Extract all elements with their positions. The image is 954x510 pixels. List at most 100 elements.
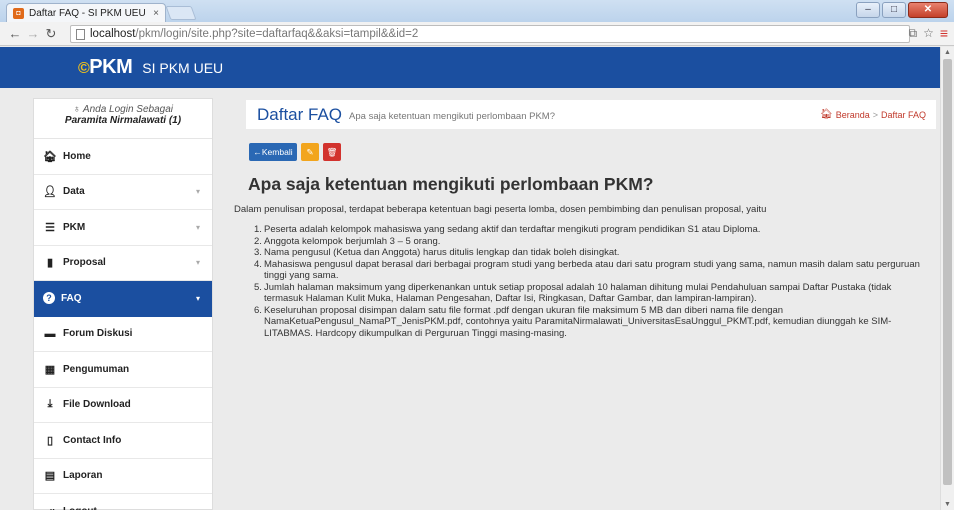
app-title[interactable]: SI PKM UEU	[142, 60, 223, 76]
sidebar-item-label: Contact Info	[63, 434, 122, 446]
sidebar-item-laporan[interactable]: ▤ Laporan	[34, 459, 212, 494]
login-as-label: Anda Login Sebagai	[82, 104, 173, 115]
reload-icon[interactable]: ↻	[42, 26, 60, 42]
page-subtitle: Apa saja ketentuan mengikuti perlombaan …	[349, 111, 555, 122]
sidebar-item-label: Data	[63, 186, 85, 198]
breadcrumb-home-link[interactable]: Beranda	[836, 110, 870, 120]
faq-point: 3. Nama pengusul (Ketua dan Anggota) haru…	[254, 247, 930, 259]
scroll-up-icon[interactable]: ▲	[944, 49, 951, 56]
faq-point-number: 3.	[254, 247, 262, 258]
faq-intro: Dalam penulisan proposal, terdapat beber…	[234, 204, 767, 215]
url-host: localhost	[90, 28, 136, 40]
faq-point-number: 5.	[254, 281, 262, 293]
sidebar-item-label: FAQ	[61, 292, 82, 304]
user-name: Paramita Nirmalawati (1)	[64, 115, 182, 126]
user-icon-small: ♁	[73, 104, 83, 115]
sidebar-item-forum-diskusi[interactable]: ▬ Forum Diskusi	[34, 317, 212, 352]
user-box: ♁ Anda Login Sebagai Paramita Nirmalawat…	[34, 99, 212, 139]
logo-text: PKM	[89, 56, 133, 78]
faq-point-text: Mahasiswa pengusul dapat berasal dari be…	[264, 258, 920, 282]
breadcrumb: 🏠︎ Beranda > Daftar FAQ	[820, 109, 926, 120]
home-icon: 🏠︎	[819, 109, 833, 120]
window-close-button[interactable]: ✕	[908, 2, 948, 18]
report-icon: ▤	[44, 470, 56, 483]
trash-icon: 🗑︎	[326, 146, 338, 157]
translate-icon[interactable]: ⧉	[908, 26, 917, 41]
arrow-left-icon: ←	[253, 147, 262, 157]
phone-icon: ▯	[46, 434, 54, 447]
action-buttons: ← Kembali ✎ 🗑︎	[249, 143, 341, 161]
sidebar-item-label: PKM	[63, 221, 86, 233]
sidebar-item-pkm[interactable]: ☰ PKM ▾	[34, 210, 212, 246]
url-path: /pkm/login/site.php?site=daftarfaq&&aksi…	[135, 28, 419, 40]
pencil-icon: ✎	[306, 146, 314, 157]
sidebar-item-label: Pengumuman	[63, 363, 130, 375]
question-icon: ?	[43, 292, 55, 305]
content-header: Daftar FAQ Apa saja ketentuan mengikuti …	[246, 100, 936, 129]
page-scrollbar[interactable]: ▲ ▼	[940, 47, 954, 510]
page-icon	[76, 28, 85, 40]
tab-title: Daftar FAQ - SI PKM UEU	[29, 7, 146, 19]
site-favicon-icon: ◘	[13, 7, 24, 19]
browser-menu-icon[interactable]: ≡	[940, 25, 948, 41]
address-bar[interactable]: localhost/pkm/login/site.php?site=daftar…	[70, 25, 910, 43]
faq-point: 6. Keseluruhan proposal disimpan dalam sa…	[254, 304, 930, 340]
app-header: ©PKM SI PKM UEU	[0, 47, 940, 88]
list-icon: ☰	[45, 221, 55, 234]
faq-point-text: Peserta adalah kelompok mahasiswa yang s…	[264, 224, 761, 235]
comment-icon: ▬	[44, 327, 56, 340]
faq-point-number: 2.	[254, 235, 262, 247]
logout-icon: ⇥	[43, 505, 57, 510]
sidebar-item-label: Proposal	[63, 257, 106, 269]
sidebar-item-label: Logout	[63, 506, 97, 510]
sidebar-item-contact-info[interactable]: ▯ Contact Info	[34, 423, 212, 459]
faq-point-number: 1.	[254, 224, 262, 235]
tab-close-icon[interactable]: ×	[153, 8, 159, 19]
sidebar-item-logout[interactable]: ⇥ Logout	[34, 494, 212, 510]
faq-point-text: Anggota kelompok berjumlah 3 – 5 orang.	[264, 235, 441, 247]
browser-toolbar: ← → ↻ localhost/pkm/login/site.php?site=…	[0, 22, 954, 46]
pkm-logo[interactable]: ©PKM	[78, 56, 133, 79]
sidebar-item-home[interactable]: 🏠︎ Home	[34, 139, 212, 175]
back-arrow-icon[interactable]: ←	[6, 26, 24, 41]
sidebar-item-file-download[interactable]: ⤓ File Download	[34, 388, 212, 423]
edit-button[interactable]: ✎	[301, 143, 319, 161]
faq-point: 2. Anggota kelompok berjumlah 3 – 5 orang…	[254, 235, 930, 248]
user-icon: 👤︎	[43, 186, 57, 199]
sidebar-item-pengumuman[interactable]: ▦ Pengumuman	[34, 352, 212, 388]
sidebar-item-label: Forum Diskusi	[63, 328, 133, 340]
sidebar-item-label: File Download	[63, 399, 131, 411]
faq-point-text: Nama pengusul (Ketua dan Anggota) harus …	[264, 247, 620, 258]
faq-points-list: 1. Peserta adalah kelompok mahasiswa yang…	[254, 224, 930, 340]
faq-point-text: Jumlah halaman maksimum yang diperkenank…	[264, 281, 892, 305]
browser-tabstrip: ◘ Daftar FAQ - SI PKM UEU × – □ ✕	[0, 0, 954, 22]
chevron-down-icon: ▾	[195, 293, 200, 303]
page-title: Daftar FAQ	[257, 104, 343, 124]
sidebar-item-data[interactable]: 👤︎ Data ▾	[34, 175, 212, 210]
browser-tab[interactable]: ◘ Daftar FAQ - SI PKM UEU ×	[6, 3, 166, 22]
sidebar-item-label: Home	[63, 150, 91, 162]
scroll-thumb[interactable]	[943, 59, 952, 485]
download-icon: ⤓	[47, 398, 53, 411]
breadcrumb-current[interactable]: Daftar FAQ	[881, 110, 926, 120]
home-icon: 🏠︎	[43, 150, 57, 163]
sidebar-item-proposal[interactable]: ▮ Proposal ▾	[34, 246, 212, 281]
breadcrumb-separator: >	[872, 109, 878, 120]
bookmark-star-icon[interactable]: ☆	[923, 26, 934, 40]
faq-point-text: Keseluruhan proposal disimpan dalam satu…	[264, 304, 892, 339]
new-tab-button[interactable]	[165, 6, 197, 20]
sidebar-item-faq[interactable]: ? FAQ ▾	[34, 281, 212, 317]
chevron-down-icon: ▾	[195, 222, 200, 232]
back-button[interactable]: ← Kembali	[249, 143, 297, 161]
sidebar-menu: 🏠︎ Home 👤︎ Data ▾ ☰ PKM ▾ ▮ Proposal ▾? FAQ ▾ ▬ Forum …	[34, 139, 212, 510]
sidebar: ♁ Anda Login Sebagai Paramita Nirmalawat…	[33, 98, 213, 510]
minimize-button[interactable]: –	[856, 2, 880, 18]
sidebar-item-label: Laporan	[63, 470, 103, 482]
forward-arrow-icon[interactable]: →	[24, 26, 42, 41]
maximize-button[interactable]: □	[882, 2, 906, 18]
scroll-down-icon[interactable]: ▼	[944, 501, 951, 508]
chevron-down-icon: ▾	[195, 187, 200, 197]
delete-button[interactable]: 🗑︎	[323, 143, 341, 161]
book-icon: ▮	[46, 257, 54, 270]
faq-point: 5. Jumlah halaman maksimum yang diperkena…	[254, 281, 930, 305]
